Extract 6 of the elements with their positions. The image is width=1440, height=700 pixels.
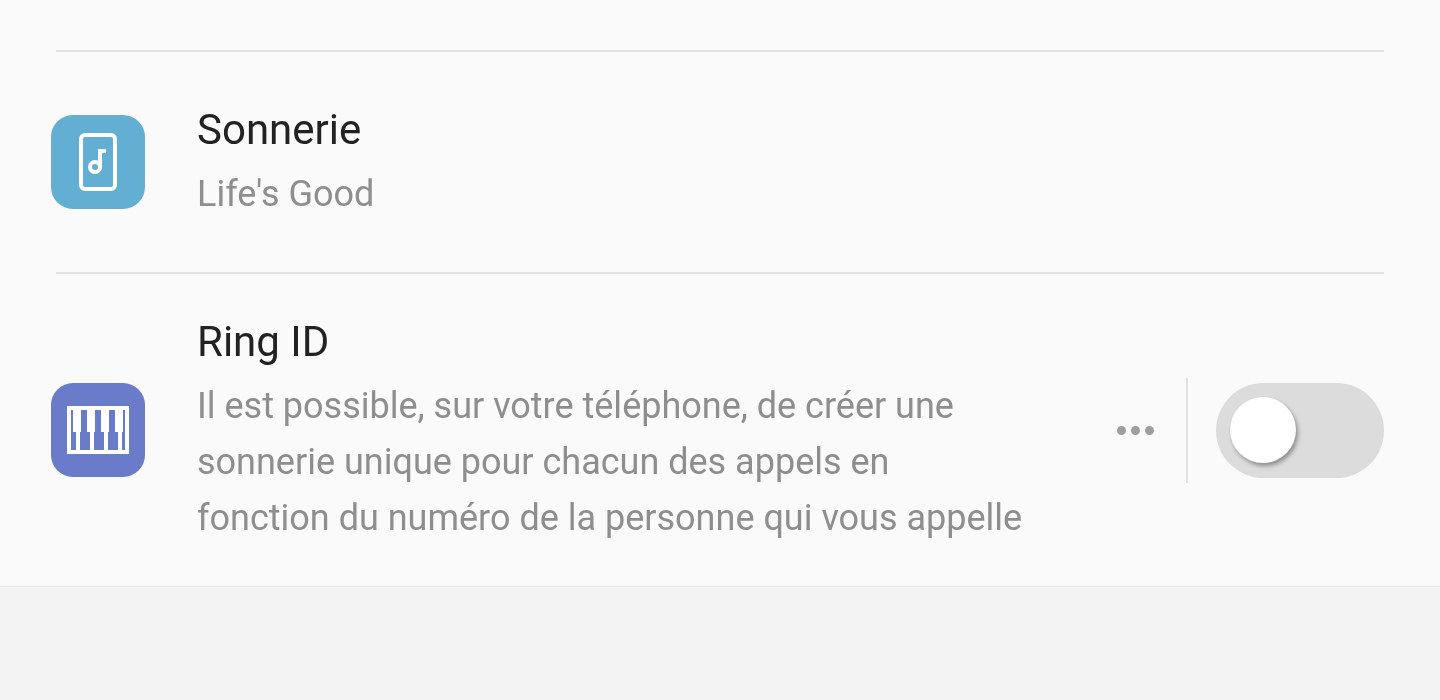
piano-keys-icon [67, 406, 129, 454]
setting-title: Sonnerie [197, 104, 363, 156]
setting-description: Life's Good [197, 172, 376, 217]
setting-title: Ring ID [197, 316, 331, 368]
music-phone-icon [78, 132, 118, 192]
setting-description: Il est possible, sur votre téléphone, de créer une sonnerie unique pour chacun des appels en fonction du numéro de la personne qui vous appelle [197, 384, 1024, 541]
